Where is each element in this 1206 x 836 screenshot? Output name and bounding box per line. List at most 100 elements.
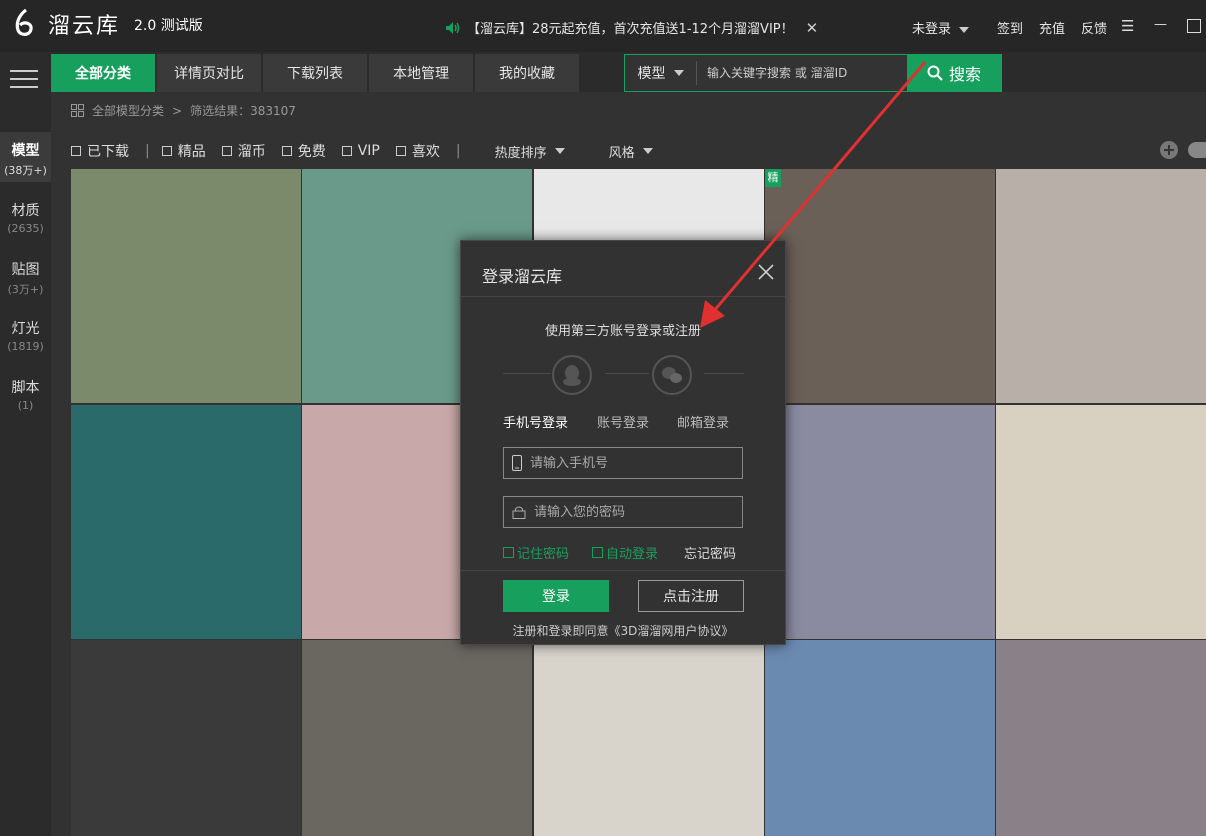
sidebar-item-label: 脚本	[11, 380, 40, 396]
sidebar-item-label: 模型	[11, 143, 40, 159]
model-thumbnail-panels[interactable]	[71, 640, 301, 836]
minimize-icon[interactable]: —	[1154, 17, 1167, 32]
grid-icon	[71, 104, 84, 117]
tab-local-manage[interactable]: 本地管理	[369, 54, 473, 92]
remember-label: 记住密码	[517, 547, 570, 562]
checkbox-icon	[503, 547, 514, 558]
user-agreement-link[interactable]: 注册和登录即同意《3D溜溜网用户协议》	[461, 622, 785, 639]
filter-vip[interactable]: VIP	[341, 143, 380, 159]
divider	[461, 296, 785, 297]
category-sidebar: 模型 (38万+) 材质 (2635) 贴图 (3万+) 灯光 (1819) 脚…	[0, 92, 51, 836]
model-thumbnail-arch[interactable]	[765, 640, 995, 836]
search-icon	[927, 65, 943, 81]
search-type-select[interactable]: 模型	[625, 61, 697, 85]
sidebar-item-textures[interactable]: 贴图 (3万+)	[0, 259, 51, 297]
maximize-icon[interactable]	[1187, 19, 1201, 33]
search-bar: 模型 搜索	[624, 54, 1002, 92]
result-count: 筛选结果：383107	[190, 104, 296, 118]
sidebar-item-label: 材质	[11, 203, 40, 219]
filter-coins[interactable]: 溜币	[221, 141, 266, 161]
checkbox-icon	[161, 146, 172, 156]
search-button[interactable]: 搜索	[907, 55, 1001, 91]
notice-close-icon[interactable]: ✕	[806, 19, 819, 37]
premium-badge: 精	[765, 169, 781, 187]
tab-phone-login[interactable]: 手机号登录	[503, 412, 568, 431]
recharge-link[interactable]: 充值	[1039, 18, 1065, 37]
qq-icon	[563, 365, 581, 386]
tab-account-login[interactable]: 账号登录	[597, 412, 649, 431]
filter-label: 精品	[177, 144, 206, 160]
view-toggle[interactable]	[1188, 142, 1206, 158]
filter-label: 喜欢	[411, 144, 440, 160]
notice-banner[interactable]: 【溜云库】28元起充值，首次充值送1-12个月溜溜VIP！ ✕	[445, 18, 818, 37]
title-bar: 溜云库 2.0 测试版 【溜云库】28元起充值，首次充值送1-12个月溜溜VIP…	[0, 0, 1206, 52]
filter-free[interactable]: 免费	[281, 141, 326, 161]
filter-label: 溜币	[237, 144, 266, 160]
model-thumbnail-cabinet[interactable]	[534, 640, 764, 836]
phone-field[interactable]	[503, 447, 743, 479]
auto-login-label: 自动登录	[606, 547, 659, 562]
filter-premium[interactable]: 精品	[161, 141, 206, 161]
divider	[503, 373, 551, 374]
wechat-login-button[interactable]	[652, 355, 692, 395]
filter-liked[interactable]: 喜欢	[395, 141, 440, 161]
user-status[interactable]: 未登录	[912, 18, 970, 37]
remember-password-checkbox[interactable]: 记住密码	[503, 543, 569, 562]
checkin-link[interactable]: 签到	[997, 18, 1023, 37]
model-thumbnail-bedroom[interactable]: 精	[765, 169, 995, 403]
search-type-label: 模型	[637, 66, 666, 82]
password-field[interactable]	[503, 496, 743, 528]
app-version: 2.0 测试版	[134, 18, 203, 34]
sidebar-item-count: (38万+)	[4, 164, 47, 177]
filter-separator: |	[145, 143, 150, 159]
add-icon[interactable]	[1160, 141, 1178, 159]
tab-detail-compare[interactable]: 详情页对比	[157, 54, 261, 92]
feedback-link[interactable]: 反馈	[1081, 18, 1107, 37]
model-thumbnail-rails[interactable]	[996, 405, 1206, 639]
wechat-icon	[662, 367, 682, 383]
model-thumbnail-salon[interactable]	[71, 405, 301, 639]
tab-favorites[interactable]: 我的收藏	[475, 54, 579, 92]
auto-login-checkbox[interactable]: 自动登录	[592, 543, 658, 562]
checkbox-icon	[341, 146, 352, 156]
tab-email-login[interactable]: 邮箱登录	[677, 412, 729, 431]
login-button[interactable]: 登录	[503, 580, 609, 612]
phone-icon	[512, 455, 522, 471]
search-button-label: 搜索	[948, 65, 981, 84]
model-thumbnail-lobby[interactable]	[302, 640, 532, 836]
model-thumbnail-treehouse[interactable]	[71, 169, 301, 403]
tab-all-categories[interactable]: 全部分类	[51, 54, 155, 92]
forgot-password-link[interactable]: 忘记密码	[684, 543, 736, 562]
sidebar-item-lights[interactable]: 灯光 (1819)	[0, 318, 51, 353]
model-thumbnail-dental[interactable]	[765, 405, 995, 639]
sidebar-item-label: 灯光	[11, 321, 40, 337]
filter-downloaded[interactable]: 已下载	[71, 141, 129, 161]
close-icon[interactable]	[757, 263, 775, 281]
phone-input[interactable]	[528, 454, 728, 472]
model-thumbnail-wine[interactable]	[996, 640, 1206, 836]
sidebar-item-materials[interactable]: 材质 (2635)	[0, 200, 51, 235]
divider	[704, 373, 744, 374]
dialog-title: 登录溜云库	[482, 267, 563, 286]
login-dialog: 登录溜云库 使用第三方账号登录或注册 手机号登录 账号登录 邮箱登录 请输入手机…	[460, 240, 786, 645]
notice-text: 【溜云库】28元起充值，首次充值送1-12个月溜溜VIP！	[467, 22, 794, 37]
breadcrumb-path[interactable]: 全部模型分类	[92, 102, 164, 119]
style-select[interactable]: 风格	[609, 142, 653, 161]
sidebar-item-models[interactable]: 模型 (38万+)	[0, 132, 51, 182]
collapse-menu-icon[interactable]	[10, 70, 38, 88]
tab-download-list[interactable]: 下载列表	[263, 54, 367, 92]
search-input[interactable]	[697, 55, 907, 91]
qq-login-button[interactable]	[552, 355, 592, 395]
sort-select[interactable]: 热度排序	[495, 142, 565, 161]
sidebar-item-scripts[interactable]: 脚本 (1)	[0, 377, 51, 412]
menu-icon[interactable]: ☰	[1121, 17, 1134, 35]
filter-label: VIP	[357, 143, 380, 159]
dialog-subtitle: 使用第三方账号登录或注册	[544, 324, 701, 339]
checkbox-icon	[221, 146, 232, 156]
filter-bar: 已下载 | 精品 溜币 免费 VIP 喜欢 | 热度排序 风格	[71, 141, 653, 161]
breadcrumb-separator: >	[172, 103, 183, 118]
register-button[interactable]: 点击注册	[638, 580, 744, 612]
checkbox-icon	[71, 146, 81, 156]
password-input[interactable]	[532, 503, 732, 521]
model-thumbnail-screen[interactable]	[996, 169, 1206, 403]
